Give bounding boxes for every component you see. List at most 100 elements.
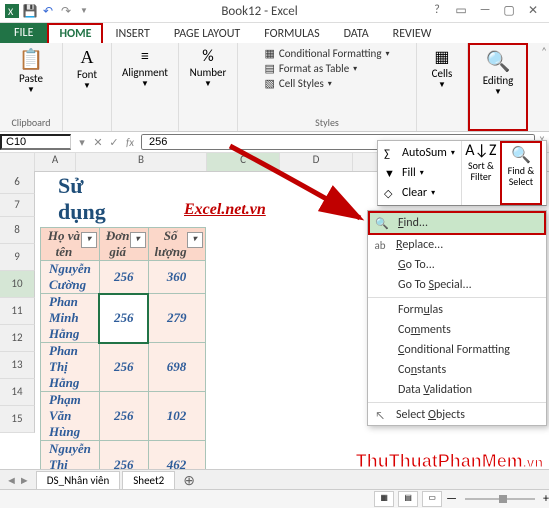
find-select-button[interactable]: 🔍 Find & Select: [500, 141, 542, 205]
table-row[interactable]: Phan Minh Hằng256279: [41, 294, 206, 343]
format-as-table-button[interactable]: ▤ Format as Table ▾: [264, 62, 389, 75]
font-button[interactable]: A Font ▼: [75, 45, 99, 93]
col-header-D[interactable]: D: [280, 153, 353, 171]
cell-price[interactable]: 256: [99, 343, 148, 392]
cancel-icon[interactable]: ✕: [91, 136, 105, 149]
cell-qty[interactable]: 102: [148, 392, 205, 441]
paste-button[interactable]: 📋 Paste ▼: [17, 45, 46, 97]
cell-styles-button[interactable]: ▧ Cell Styles ▾: [264, 77, 389, 90]
menu-replace[interactable]: ab Replace...: [368, 235, 546, 255]
chevron-down-icon[interactable]: ▾: [386, 49, 390, 59]
menu-goto[interactable]: Go To...: [368, 255, 546, 275]
clear-button[interactable]: ◇ Clear ▾: [384, 183, 455, 203]
row-header-7[interactable]: 7: [0, 194, 35, 217]
cell-price[interactable]: 256: [99, 392, 148, 441]
row-header-15[interactable]: 15: [0, 406, 35, 433]
prev-sheet-icon[interactable]: ◄: [6, 474, 17, 487]
cell-price[interactable]: 256: [99, 294, 148, 343]
minimize-icon[interactable]: —: [475, 3, 495, 19]
cell-name[interactable]: Nguyễn Cường: [41, 261, 100, 294]
redo-icon[interactable]: ↷: [58, 3, 74, 19]
sheet-tab-2[interactable]: Sheet2: [122, 471, 175, 489]
row-header-14[interactable]: 14: [0, 379, 35, 406]
table-row[interactable]: Nguyễn Cường256360: [41, 261, 206, 294]
enter-icon[interactable]: ✓: [107, 136, 121, 149]
menu-select-objects[interactable]: ↖ Select Objects: [368, 405, 546, 425]
th-price[interactable]: Đơn giá ▾: [99, 228, 148, 261]
alignment-button[interactable]: ≡ Alignment ▼: [120, 45, 170, 91]
row-header-12[interactable]: 12: [0, 325, 35, 352]
cell-qty[interactable]: 279: [148, 294, 205, 343]
restore-icon[interactable]: ▢: [499, 3, 519, 19]
save-icon[interactable]: 💾: [22, 3, 38, 19]
next-sheet-icon[interactable]: ►: [19, 474, 30, 487]
chevron-down-icon[interactable]: ▼: [83, 81, 91, 91]
table-row[interactable]: Phan Thị Hằng256698: [41, 343, 206, 392]
menu-goto-special[interactable]: Go To Special...: [368, 275, 546, 295]
tab-home[interactable]: HOME: [47, 23, 103, 43]
row-header-9[interactable]: 9: [0, 244, 35, 271]
chevron-down-icon[interactable]: ▼: [27, 85, 35, 95]
cell-price[interactable]: 256: [99, 261, 148, 294]
tab-data[interactable]: DATA: [332, 25, 381, 43]
chevron-down-icon[interactable]: ▾: [431, 188, 435, 198]
ribbon-options-icon[interactable]: ▭: [451, 3, 471, 19]
name-box[interactable]: [0, 134, 71, 150]
th-name[interactable]: Họ và tên ▾: [41, 228, 100, 261]
zoom-thumb[interactable]: [499, 495, 507, 503]
th-qty[interactable]: Số lượng ▾: [148, 228, 205, 261]
chevron-down-icon[interactable]: ▾: [353, 64, 357, 74]
chevron-down-icon[interactable]: ▼: [141, 79, 149, 89]
number-button[interactable]: % Number ▼: [188, 45, 229, 91]
tab-file[interactable]: FILE: [0, 23, 47, 43]
zoom-out-icon[interactable]: —: [446, 492, 457, 506]
row-header-10[interactable]: 10: [0, 271, 35, 298]
col-header-C[interactable]: C: [207, 153, 280, 171]
editing-button[interactable]: 🔍 Editing ▼: [481, 47, 516, 99]
autosum-button[interactable]: ∑ AutoSum ▾: [384, 143, 455, 163]
sort-filter-button[interactable]: A↓Z Sort & Filter: [462, 141, 500, 205]
new-sheet-button[interactable]: ⊕: [177, 472, 201, 489]
help-icon[interactable]: ?: [427, 3, 447, 19]
cell-name[interactable]: Phạm Văn Hùng: [41, 392, 100, 441]
tab-page-layout[interactable]: PAGE LAYOUT: [162, 25, 252, 43]
chevron-down-icon[interactable]: ▼: [438, 80, 446, 90]
row-header-11[interactable]: 11: [0, 298, 35, 325]
cells-button[interactable]: ▦ Cells ▼: [430, 45, 455, 92]
row-header-6[interactable]: 6: [0, 171, 35, 194]
qat-customize[interactable]: ▼: [76, 3, 92, 19]
row-header-8[interactable]: 8: [0, 217, 35, 244]
close-icon[interactable]: ✕: [523, 3, 543, 19]
chevron-down-icon[interactable]: ▼: [204, 79, 212, 89]
cell-qty[interactable]: 698: [148, 343, 205, 392]
col-header-B[interactable]: B: [76, 153, 207, 171]
view-page-break-icon[interactable]: ▭: [422, 491, 442, 507]
menu-constants[interactable]: Constants: [368, 360, 546, 380]
filter-icon[interactable]: ▾: [130, 232, 146, 248]
collapse-ribbon-icon[interactable]: ˄: [541, 45, 547, 58]
tab-insert[interactable]: INSERT: [103, 25, 161, 43]
view-page-layout-icon[interactable]: ▤: [398, 491, 418, 507]
menu-find[interactable]: 🔍 Find...: [368, 211, 546, 235]
chevron-down-icon[interactable]: ▾: [451, 148, 455, 158]
menu-comments[interactable]: Comments: [368, 320, 546, 340]
cell-qty[interactable]: 360: [148, 261, 205, 294]
select-all-corner[interactable]: [0, 153, 35, 171]
sheet-tab-1[interactable]: DS_Nhân viên: [36, 471, 120, 489]
undo-icon[interactable]: ↶: [40, 3, 56, 19]
chevron-down-icon[interactable]: ▾: [328, 79, 332, 89]
chevron-down-icon[interactable]: ▾: [75, 136, 89, 149]
menu-cond-fmt[interactable]: Conditional Formatting: [368, 340, 546, 360]
menu-data-validation[interactable]: Data Validation: [368, 380, 546, 400]
tab-review[interactable]: REVIEW: [381, 25, 444, 43]
cell-name[interactable]: Phan Minh Hằng: [41, 294, 100, 343]
conditional-formatting-button[interactable]: ▦ Conditional Formatting ▾: [264, 47, 389, 60]
col-header-A[interactable]: A: [35, 153, 76, 171]
cell-name[interactable]: Phan Thị Hằng: [41, 343, 100, 392]
row-header-13[interactable]: 13: [0, 352, 35, 379]
view-normal-icon[interactable]: ▦: [374, 491, 394, 507]
table-row[interactable]: Phạm Văn Hùng256102: [41, 392, 206, 441]
zoom-slider[interactable]: [465, 498, 535, 500]
chevron-down-icon[interactable]: ▾: [420, 168, 424, 178]
filter-icon[interactable]: ▾: [187, 232, 203, 248]
